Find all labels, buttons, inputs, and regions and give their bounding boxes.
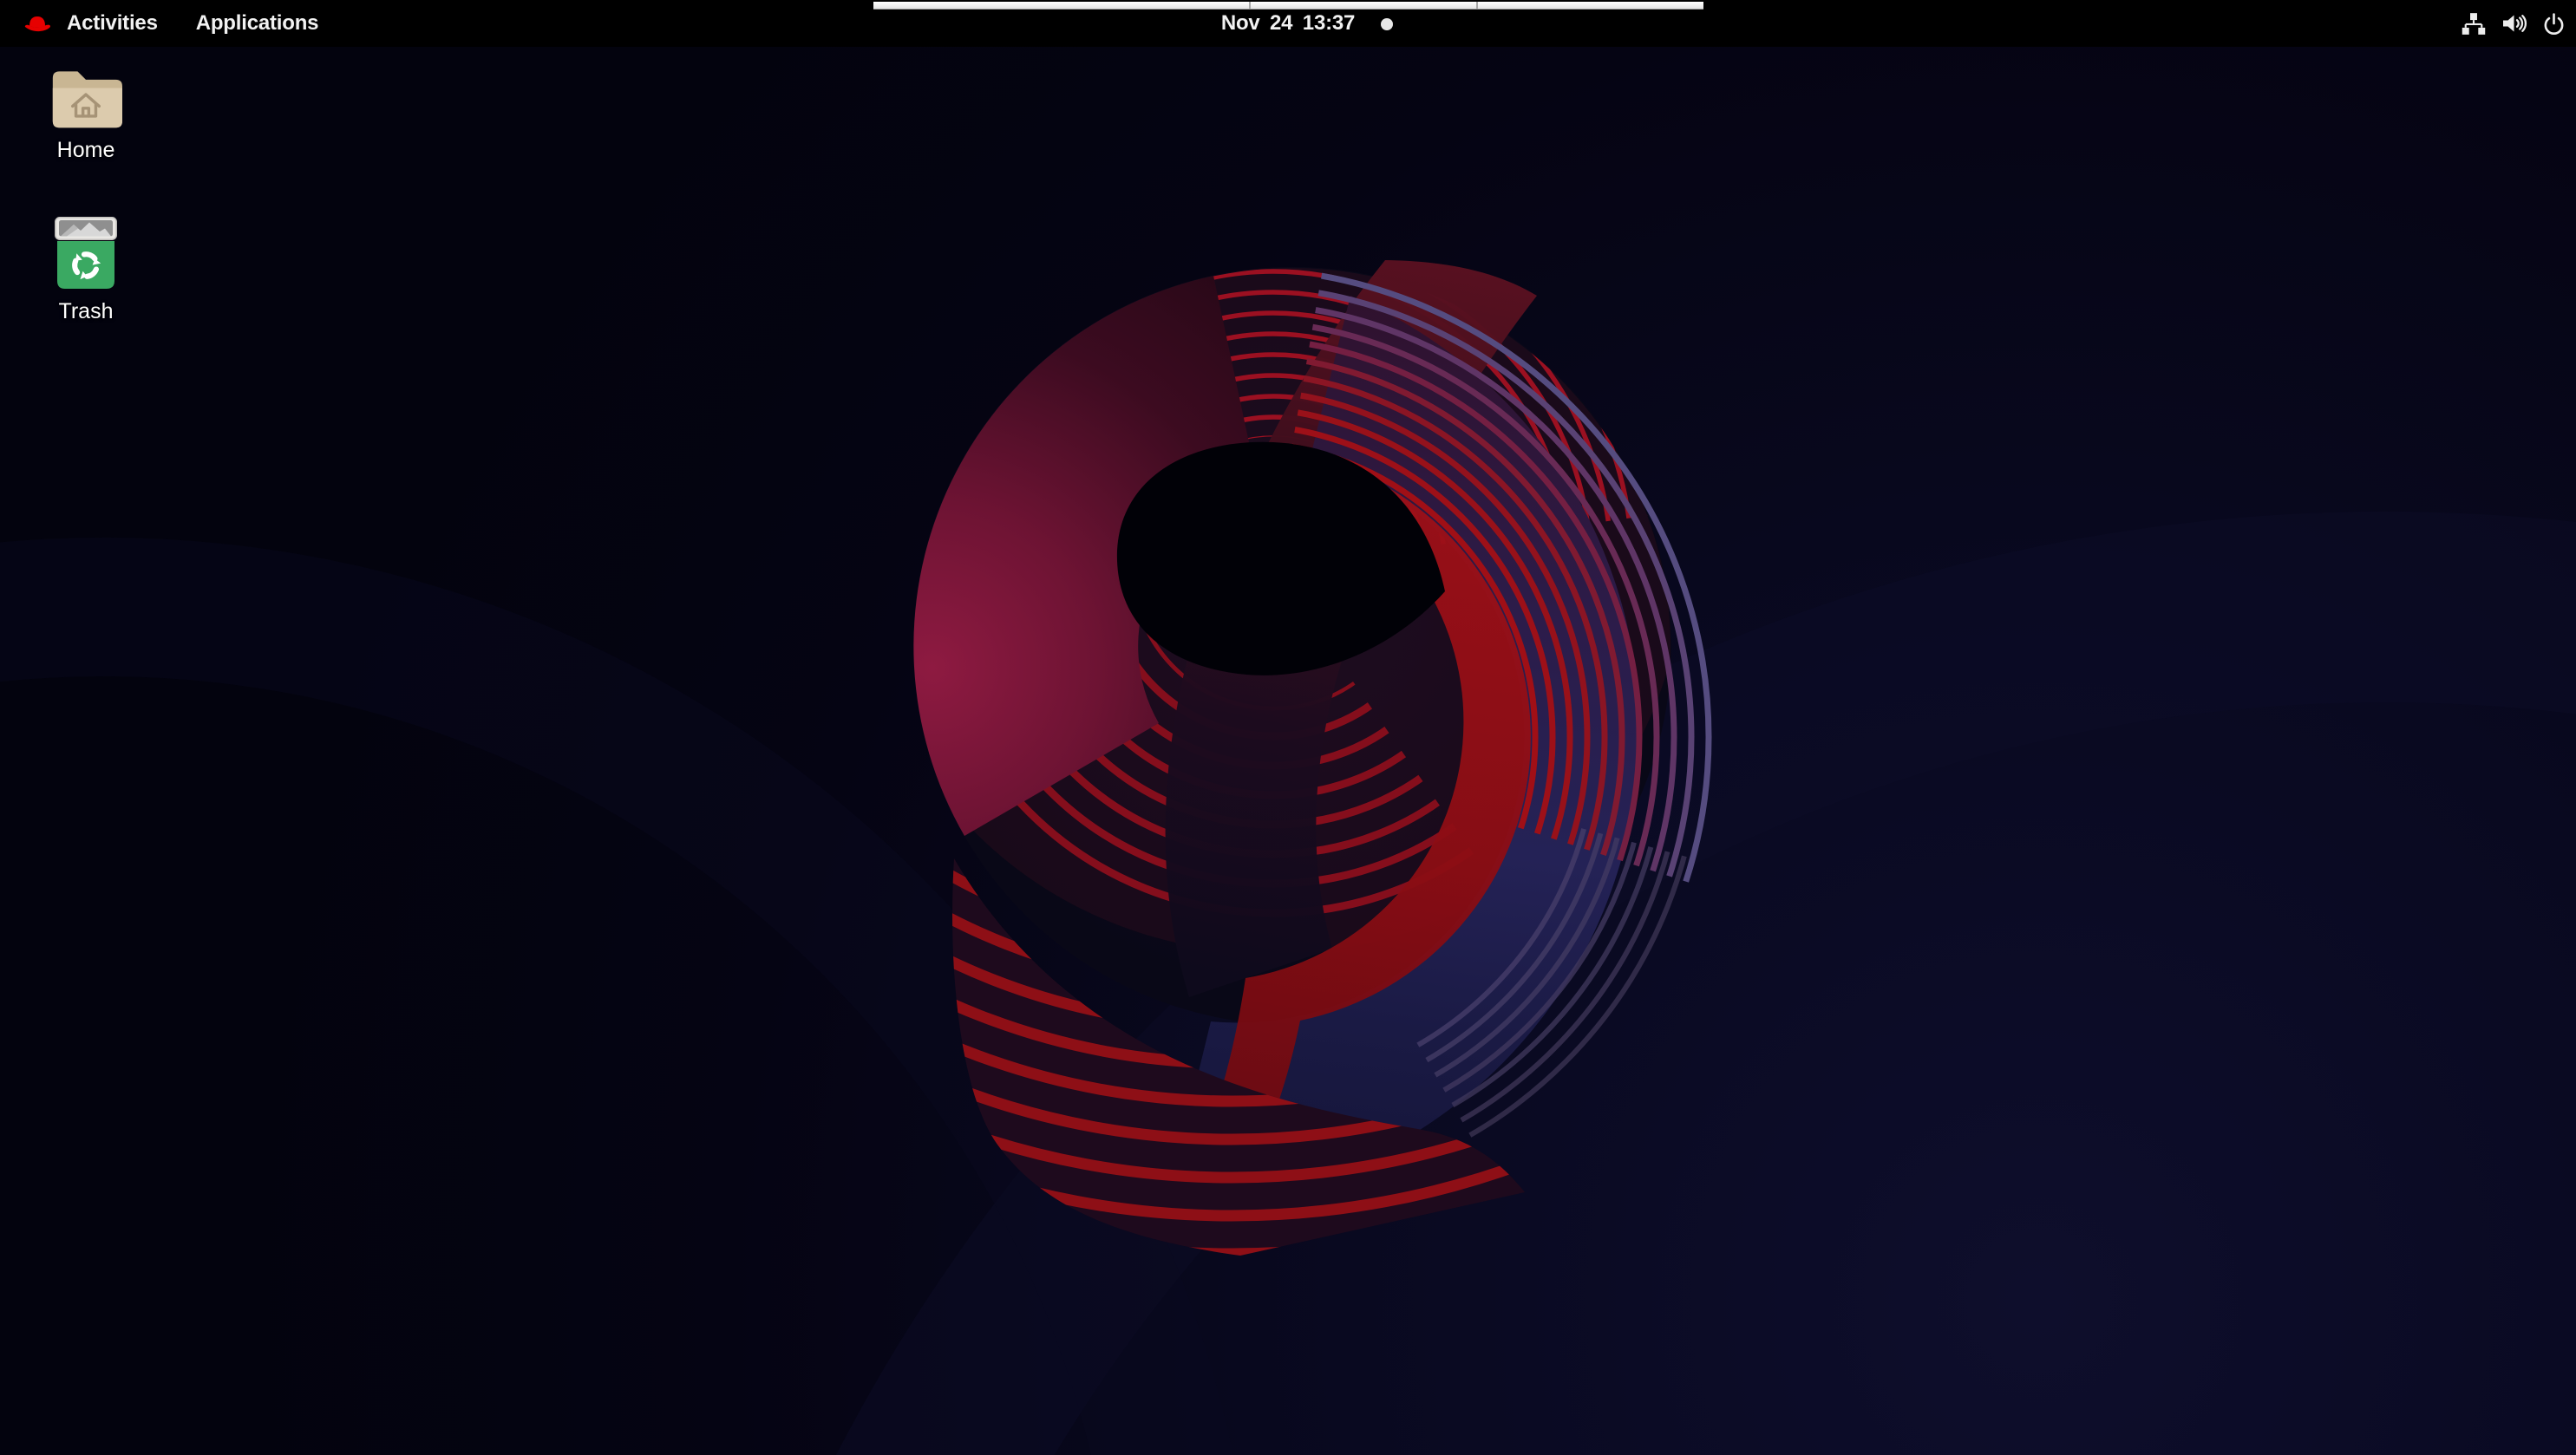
notification-dot xyxy=(1381,18,1393,30)
activities-button[interactable]: Activities xyxy=(60,0,165,47)
red-hat-fedora-icon xyxy=(23,12,52,36)
offscreen-window-tab-divider xyxy=(1249,2,1251,9)
volume-icon[interactable] xyxy=(2501,12,2527,35)
trash-full-icon xyxy=(54,217,118,291)
offscreen-window-edge[interactable] xyxy=(873,2,1703,10)
applications-menu-button[interactable]: Applications xyxy=(189,0,326,47)
system-tray-menu[interactable] xyxy=(2461,0,2566,47)
activities-label: Activities xyxy=(67,11,158,36)
desktop-icon-trash[interactable]: Trash xyxy=(24,217,147,324)
desktop: Activities Applications Nov 24 13:37 xyxy=(0,0,2576,1455)
wallpaper-nine-graphic xyxy=(0,0,2576,1455)
top-bar-left: Activities Applications xyxy=(23,0,325,47)
offscreen-window-tab-divider xyxy=(1476,2,1478,9)
power-icon[interactable] xyxy=(2542,12,2566,36)
home-folder-icon xyxy=(49,62,122,130)
network-wired-icon[interactable] xyxy=(2461,12,2487,36)
desktop-icon-label: Trash xyxy=(59,300,114,324)
clock-text: Nov 24 13:37 xyxy=(1221,11,1355,36)
desktop-icon-home[interactable]: Home xyxy=(24,62,147,163)
applications-label: Applications xyxy=(196,11,319,36)
desktop-icon-label: Home xyxy=(57,139,115,163)
